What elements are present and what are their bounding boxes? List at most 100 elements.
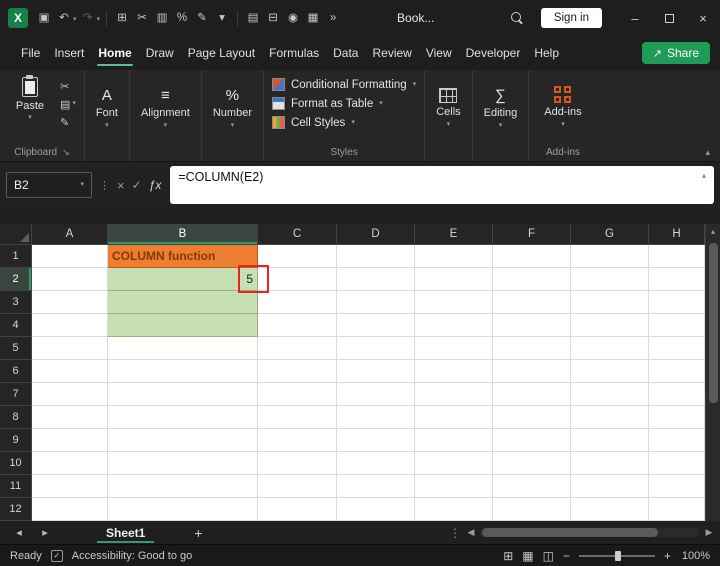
cell-b4[interactable] (108, 314, 258, 337)
row-header-8[interactable]: 8 (0, 406, 32, 429)
cell-f7[interactable] (493, 383, 571, 406)
cell-b9[interactable] (108, 429, 258, 452)
cell-c11[interactable] (258, 475, 337, 498)
cell-h2[interactable] (649, 268, 705, 291)
cell-d1[interactable] (337, 245, 415, 268)
conditional-formatting-button[interactable]: Conditional Formatting ▾ (271, 78, 416, 91)
cell-e2[interactable] (415, 268, 493, 291)
horizontal-scrollbar-thumb[interactable] (482, 528, 658, 537)
sign-in-button[interactable]: Sign in (540, 8, 602, 28)
excel-logo-icon[interactable]: X (8, 8, 28, 28)
font-group-button[interactable]: A Font ▾ (83, 70, 129, 161)
row-header-10[interactable]: 10 (0, 452, 32, 475)
cell-d9[interactable] (337, 429, 415, 452)
camera-icon[interactable]: ◉ (286, 0, 301, 36)
cell-a3[interactable] (32, 291, 108, 314)
cell-f10[interactable] (493, 452, 571, 475)
cell-e6[interactable] (415, 360, 493, 383)
cell-c7[interactable] (258, 383, 337, 406)
row-header-9[interactable]: 9 (0, 429, 32, 452)
cell-g9[interactable] (571, 429, 649, 452)
menu-tab-page-layout[interactable]: Page Layout (181, 36, 262, 70)
sheet-tab-sheet1[interactable]: Sheet1 (90, 521, 161, 544)
cell-h4[interactable] (649, 314, 705, 337)
cell-g5[interactable] (571, 337, 649, 360)
cell-g6[interactable] (571, 360, 649, 383)
cell-d8[interactable] (337, 406, 415, 429)
format-as-table-button[interactable]: Format as Table ▾ (271, 97, 383, 110)
cell-h8[interactable] (649, 406, 705, 429)
cell-d4[interactable] (337, 314, 415, 337)
cell-e9[interactable] (415, 429, 493, 452)
vertical-scrollbar[interactable]: ▴ (705, 224, 720, 521)
cell-g11[interactable] (571, 475, 649, 498)
menu-tab-insert[interactable]: Insert (47, 36, 91, 70)
cell-e7[interactable] (415, 383, 493, 406)
cell-d7[interactable] (337, 383, 415, 406)
cell-g4[interactable] (571, 314, 649, 337)
cell-g8[interactable] (571, 406, 649, 429)
minimize-button[interactable]: – (618, 0, 652, 36)
row-header-11[interactable]: 11 (0, 475, 32, 498)
cell-b10[interactable] (108, 452, 258, 475)
menu-tab-formulas[interactable]: Formulas (262, 36, 326, 70)
menu-tab-view[interactable]: View (419, 36, 459, 70)
cell-g3[interactable] (571, 291, 649, 314)
cell-f8[interactable] (493, 406, 571, 429)
cell-g1[interactable] (571, 245, 649, 268)
cell-c12[interactable] (258, 498, 337, 521)
cell-a9[interactable] (32, 429, 108, 452)
more-commands-icon[interactable]: » (326, 0, 341, 36)
cell-c4[interactable] (258, 314, 337, 337)
cell-d2[interactable] (337, 268, 415, 291)
sheet-overflow-icon[interactable]: ⋮ (446, 526, 464, 540)
cell-f5[interactable] (493, 337, 571, 360)
row-header-3[interactable]: 3 (0, 291, 32, 314)
cell-f2[interactable] (493, 268, 571, 291)
column-header-h[interactable]: H (649, 224, 705, 245)
cut-icon[interactable]: ✂ (135, 0, 150, 36)
collapse-ribbon-icon[interactable]: ▴ (705, 147, 710, 158)
percent-icon[interactable]: % (175, 0, 190, 36)
cell-h9[interactable] (649, 429, 705, 452)
page-break-preview-icon[interactable]: ◫ (543, 549, 554, 563)
cell-e8[interactable] (415, 406, 493, 429)
row-header-12[interactable]: 12 (0, 498, 32, 521)
cell-b6[interactable] (108, 360, 258, 383)
editing-group-button[interactable]: ∑ Editing ▾ (471, 70, 529, 161)
cell-h1[interactable] (649, 245, 705, 268)
search-icon[interactable] (509, 10, 525, 26)
zoom-slider-thumb[interactable] (614, 550, 621, 561)
cell-f11[interactable] (493, 475, 571, 498)
row-header-7[interactable]: 7 (0, 383, 32, 406)
row-header-6[interactable]: 6 (0, 360, 32, 383)
formula-input[interactable]: =COLUMN(E2) ▴ (170, 166, 714, 204)
addins-button[interactable]: Add-ins ▾ (533, 70, 592, 144)
zoom-slider[interactable] (578, 550, 655, 561)
cell-g10[interactable] (571, 452, 649, 475)
cell-a8[interactable] (32, 406, 108, 429)
menu-tab-file[interactable]: File (14, 36, 47, 70)
cell-e3[interactable] (415, 291, 493, 314)
menu-tab-home[interactable]: Home (91, 36, 138, 70)
cell-a10[interactable] (32, 452, 108, 475)
table-icon[interactable]: ▦ (306, 0, 321, 36)
undo-icon[interactable]: ↶ (57, 0, 72, 36)
cut-button[interactable]: ✂ (60, 79, 76, 93)
cell-h11[interactable] (649, 475, 705, 498)
cell-d10[interactable] (337, 452, 415, 475)
cell-b11[interactable] (108, 475, 258, 498)
cancel-icon[interactable]: × (117, 178, 125, 193)
cell-c5[interactable] (258, 337, 337, 360)
cell-a2[interactable] (32, 268, 108, 291)
insert-function-icon[interactable]: ƒx (149, 178, 162, 192)
scroll-left-icon[interactable]: ◀ (464, 527, 478, 538)
cell-d11[interactable] (337, 475, 415, 498)
row-header-2[interactable]: 2 (0, 268, 32, 291)
cell-f9[interactable] (493, 429, 571, 452)
scroll-right-icon[interactable]: ▶ (702, 527, 716, 538)
cell-d3[interactable] (337, 291, 415, 314)
cell-c8[interactable] (258, 406, 337, 429)
add-sheet-button[interactable]: + (187, 525, 209, 541)
cell-styles-button[interactable]: Cell Styles ▾ (271, 116, 355, 129)
